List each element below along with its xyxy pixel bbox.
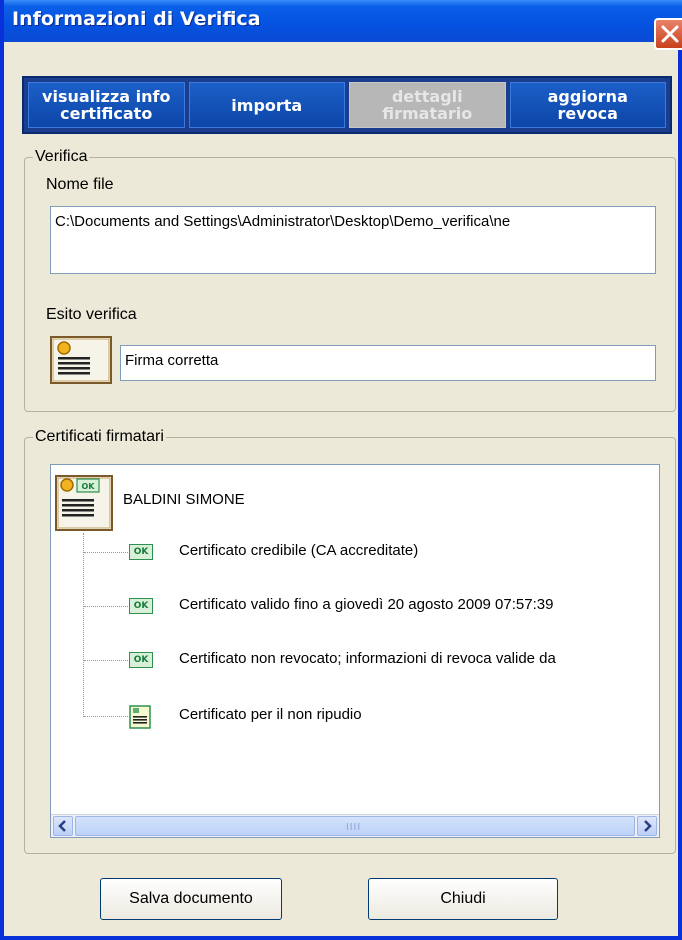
verifica-legend: Verifica <box>35 148 88 165</box>
tree-branch <box>84 660 128 661</box>
chiudi-button[interactable]: Chiudi <box>368 878 558 920</box>
svg-text:OK: OK <box>82 482 96 491</box>
tree-branch <box>84 606 128 607</box>
salva-documento-button[interactable]: Salva documento <box>100 878 282 920</box>
ok-icon: OK <box>129 652 153 668</box>
certificate-tree[interactable]: OK BALDINI SIMONE OK Certificato credibi… <box>50 464 660 838</box>
title-bar: Informazioni di Verifica <box>4 0 682 50</box>
ok-icon: OK <box>129 598 153 614</box>
scroll-left-button[interactable] <box>53 816 73 836</box>
nome-file-field[interactable]: C:\Documents and Settings\Administrator\… <box>50 206 656 274</box>
signer-name[interactable]: BALDINI SIMONE <box>123 491 245 508</box>
action-tabs: visualizza info certificato importa dett… <box>22 76 672 134</box>
tree-branch <box>84 716 128 717</box>
grip-icon: IIII <box>346 822 362 833</box>
window-title: Informazioni di Verifica <box>12 8 261 30</box>
chevron-left-icon <box>58 820 66 832</box>
esito-verifica-label: Esito verifica <box>46 306 137 323</box>
horizontal-scrollbar[interactable]: IIII <box>51 814 659 837</box>
signer-certificate-ok-icon[interactable]: OK <box>55 475 113 536</box>
tree-branch <box>84 552 128 553</box>
tab-aggiorna-revoca[interactable]: aggiorna revoca <box>509 82 666 128</box>
tree-connector <box>83 533 84 717</box>
ok-icon: OK <box>129 544 153 560</box>
tab-dettagli-firmatario: dettagli firmatario <box>349 82 506 128</box>
tree-item-credibile[interactable]: Certificato credibile (CA accreditate) <box>179 542 418 559</box>
close-icon <box>661 25 679 43</box>
tree-item-non-ripudio[interactable]: Certificato per il non ripudio <box>179 706 362 723</box>
tree-item-non-revocato[interactable]: Certificato non revocato; informazioni d… <box>179 650 556 667</box>
tree-item-valido[interactable]: Certificato valido fino a giovedì 20 ago… <box>179 596 553 613</box>
scroll-right-button[interactable] <box>637 816 657 836</box>
esito-verifica-field[interactable]: Firma corretta <box>120 345 656 381</box>
signed-document-icon <box>50 336 112 389</box>
tab-visualizza-info-certificato[interactable]: visualizza info certificato <box>28 82 185 128</box>
scroll-thumb[interactable]: IIII <box>75 816 635 836</box>
chevron-right-icon <box>644 820 652 832</box>
nome-file-label: Nome file <box>46 176 114 193</box>
certificati-firmatari-legend: Certificati firmatari <box>35 428 164 445</box>
close-window-button[interactable] <box>654 18 682 50</box>
tab-importa[interactable]: importa <box>188 82 345 128</box>
verification-window: Informazioni di Verifica visualizza info… <box>0 0 682 940</box>
certificate-icon <box>129 705 151 734</box>
